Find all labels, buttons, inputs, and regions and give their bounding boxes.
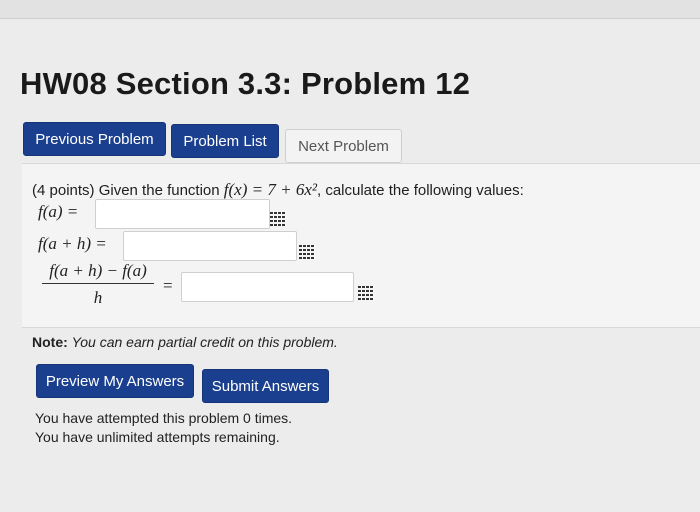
fraction-denominator: h bbox=[93, 288, 103, 307]
page-title: HW08 Section 3.3: Problem 12 bbox=[20, 66, 471, 101]
next-problem-button[interactable]: Next Problem bbox=[285, 129, 402, 163]
problem-points: (4 points) bbox=[32, 182, 95, 199]
equation-editor-icon[interactable] bbox=[270, 212, 286, 226]
problem-task: , calculate the following values: bbox=[316, 182, 524, 199]
note-text: You can earn partial credit on this prob… bbox=[71, 334, 338, 350]
answer-difference-quotient-input[interactable] bbox=[181, 272, 354, 302]
fraction-numerator: f(a + h) − f(a) bbox=[49, 261, 147, 280]
note-label: Note: bbox=[32, 334, 68, 350]
attempts-remaining-text: You have unlimited attempts remaining. bbox=[35, 429, 280, 445]
answer-f-of-a-plus-h-input[interactable] bbox=[123, 231, 297, 261]
previous-problem-button[interactable]: Previous Problem bbox=[23, 122, 166, 156]
difference-quotient-label: f(a + h) − f(a) h bbox=[40, 261, 156, 308]
partial-credit-note: Note: You can earn partial credit on thi… bbox=[32, 334, 338, 350]
attempts-made-text: You have attempted this problem 0 times. bbox=[35, 410, 293, 426]
problem-list-button[interactable]: Problem List bbox=[171, 124, 279, 158]
submit-answers-button[interactable]: Submit Answers bbox=[202, 369, 329, 403]
problem-statement: (4 points) Given the function f(x) = 7 +… bbox=[32, 180, 524, 200]
browser-top-strip bbox=[0, 0, 700, 19]
equals-sign: = bbox=[163, 276, 173, 295]
equation-editor-icon[interactable] bbox=[358, 286, 374, 300]
problem-function: f(x) = 7 + 6x² bbox=[223, 180, 317, 199]
problem-intro: Given the function bbox=[98, 182, 220, 199]
label-f-of-a: f(a) = bbox=[38, 202, 79, 221]
label-f-of-a-plus-h: f(a + h) = bbox=[38, 234, 107, 253]
answer-f-of-a-input[interactable] bbox=[95, 199, 270, 229]
preview-answers-button[interactable]: Preview My Answers bbox=[36, 364, 194, 398]
equation-editor-icon[interactable] bbox=[299, 245, 315, 259]
